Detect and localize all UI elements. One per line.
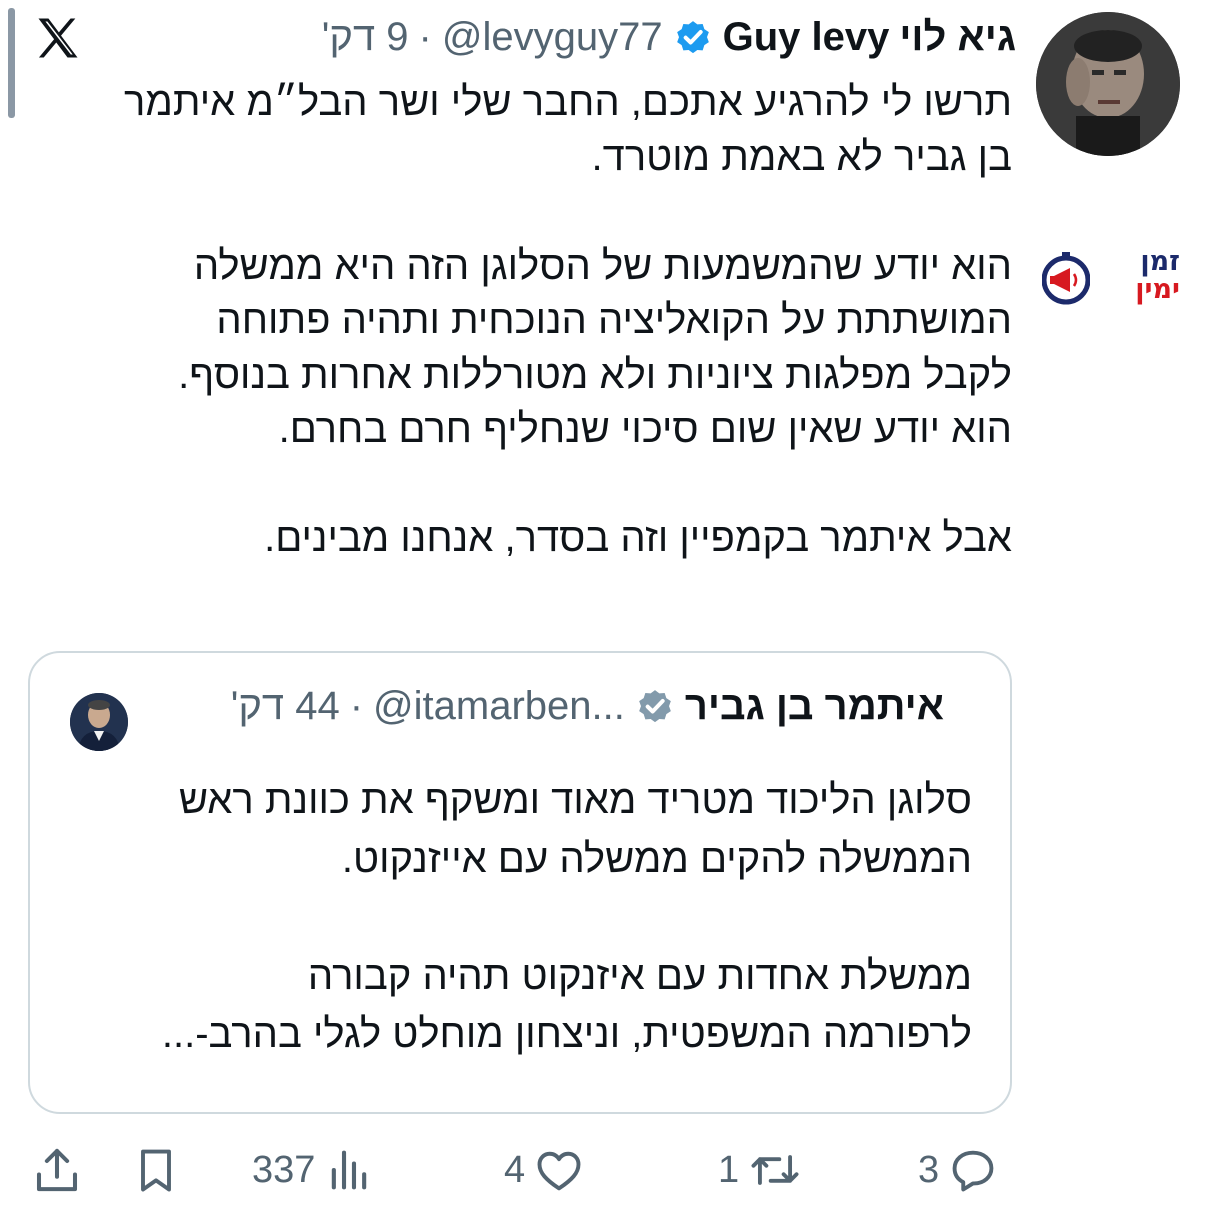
quoted-author-name[interactable]: איתמר בן גביר [685, 684, 944, 729]
reply-count: 3 [918, 1148, 940, 1191]
heart-icon [533, 1144, 585, 1196]
separator-dot: · [418, 14, 432, 59]
scroll-indicator [8, 8, 15, 118]
author-avatar[interactable] [1036, 12, 1180, 156]
repost-count: 1 [718, 1148, 740, 1191]
brand-logo-line2: ימין [1135, 274, 1180, 305]
author-handle[interactable]: @levyguy77 [442, 15, 663, 60]
reply-icon [947, 1144, 999, 1196]
bookmark-button[interactable] [130, 1140, 182, 1200]
quoted-verified-badge-icon [635, 686, 675, 726]
bookmark-icon [130, 1144, 182, 1196]
verified-badge-icon [673, 17, 713, 57]
like-button[interactable]: 4 [504, 1140, 585, 1200]
reply-button[interactable]: 3 [918, 1140, 999, 1200]
views-chart-icon [323, 1144, 375, 1196]
author-name-english[interactable]: Guy levy [723, 15, 890, 60]
action-bar: 3 1 4 337 [0, 1140, 1206, 1200]
author-name-hebrew[interactable]: גיא לוי [899, 15, 1016, 60]
quoted-tweet-header: איתמר בן גביר @itamarben... · 44 דק' [231, 677, 944, 735]
tweet-body: תרשו לי להרגיע אתכם, החבר שלי ושר הבל״מ … [124, 80, 1012, 560]
quoted-tweet-time[interactable]: 44 דק' [231, 684, 340, 729]
share-button[interactable] [30, 1140, 84, 1200]
repost-button[interactable]: 1 [718, 1140, 803, 1200]
tweet-time[interactable]: 9 דק' [322, 15, 409, 60]
views-count: 337 [252, 1148, 316, 1191]
brand-logo: זמן ימין [1038, 244, 1188, 314]
like-count: 4 [504, 1148, 526, 1191]
brand-logo-line1: זמן [1140, 246, 1180, 277]
quoted-separator-dot: · [349, 683, 364, 728]
share-icon [30, 1143, 84, 1197]
quoted-tweet-body: סלוגן הליכוד מטריד מאוד ומשקף את כוונת ר… [161, 778, 972, 1056]
x-logo-icon[interactable] [32, 12, 84, 64]
repost-icon [747, 1144, 803, 1196]
quoted-author-handle[interactable]: @itamarben... [373, 684, 625, 729]
views-button[interactable]: 337 [252, 1140, 375, 1200]
tweet-header: גיא לוי Guy levy @levyguy77 · 9 דק' [322, 6, 1016, 68]
quoted-author-avatar[interactable] [70, 693, 128, 751]
